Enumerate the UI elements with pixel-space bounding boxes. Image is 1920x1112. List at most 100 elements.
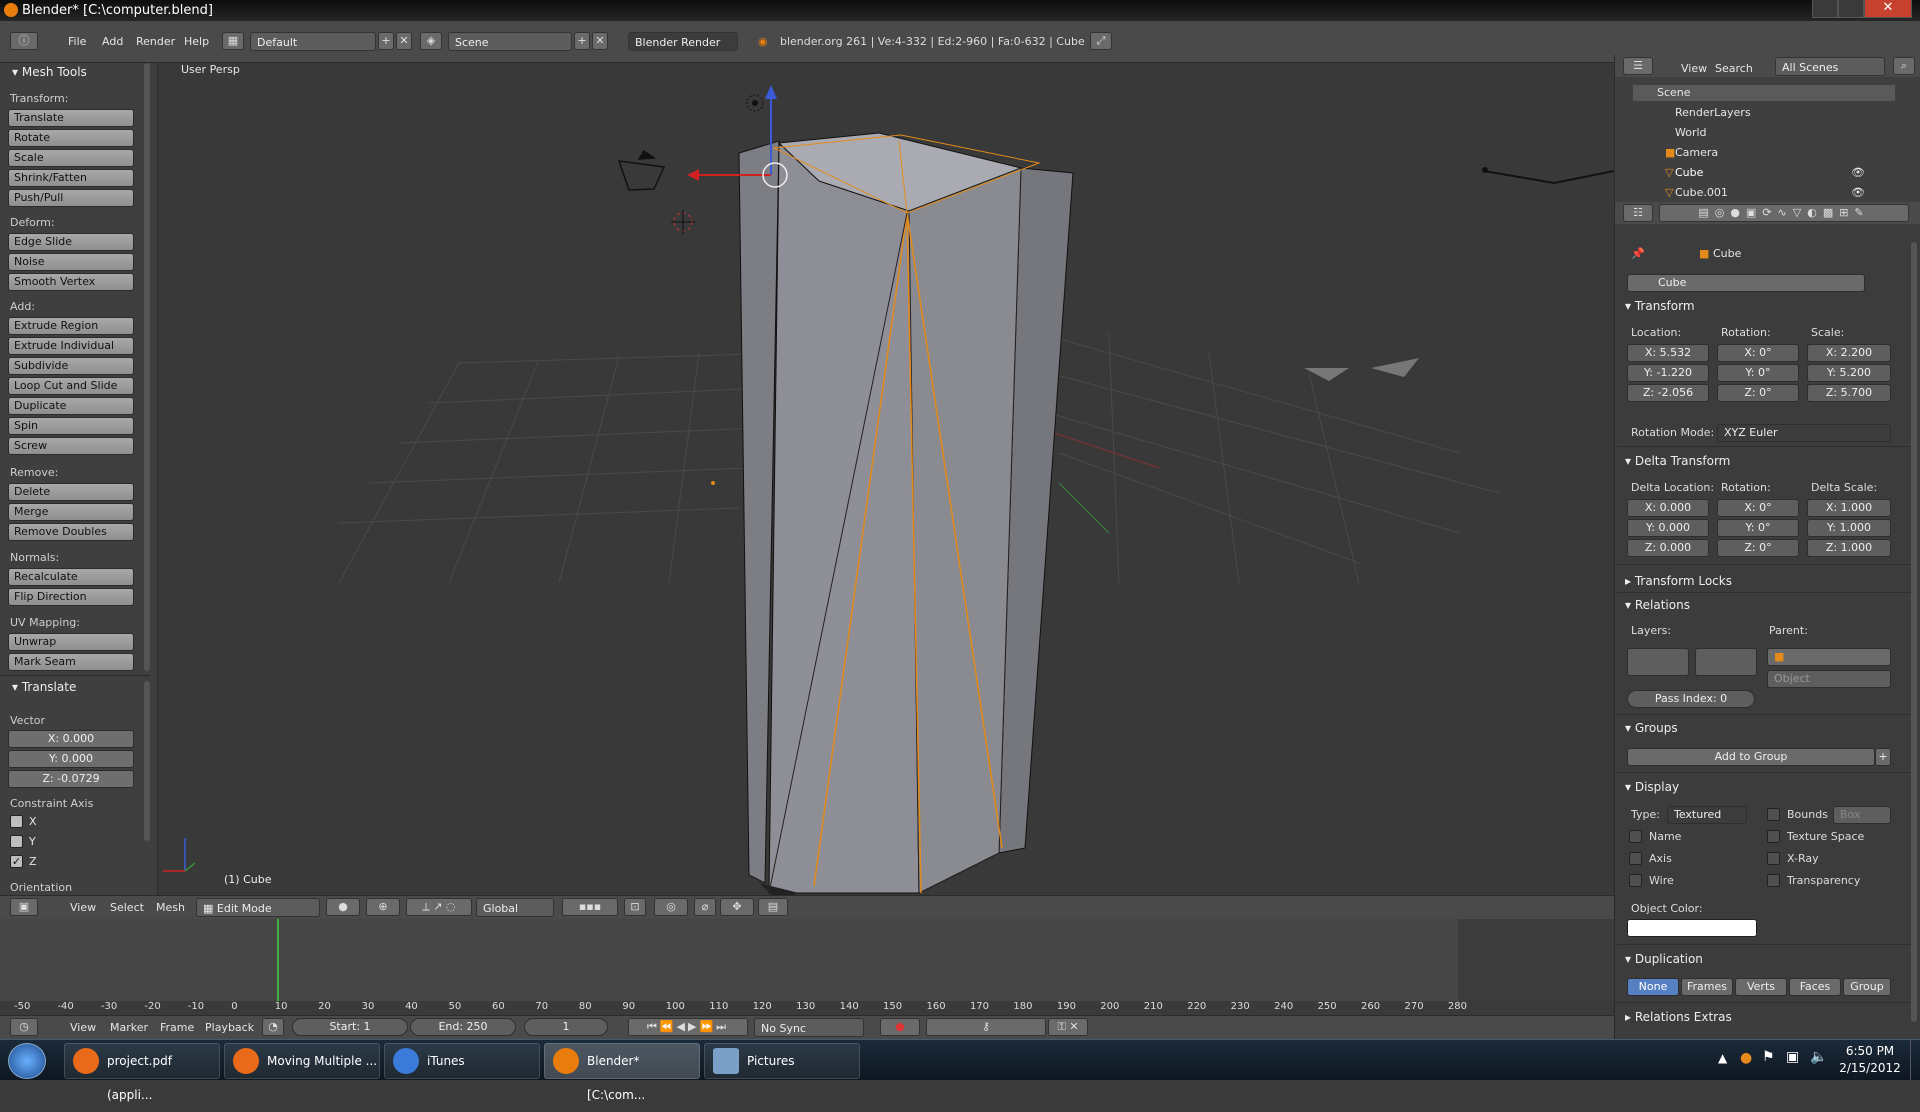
xray-checkbox[interactable] xyxy=(1767,852,1780,865)
playback-controls[interactable]: ⏮⏪◀▶⏩⏭ xyxy=(628,1018,748,1036)
name-checkbox[interactable] xyxy=(1629,830,1642,843)
remove-doubles-button[interactable]: Remove Doubles xyxy=(8,523,134,541)
property-context-tabs[interactable]: ▤◎●▣⟳∿▽◐▩⊞✎ xyxy=(1659,204,1909,222)
menu-playback[interactable]: Playback xyxy=(205,1018,254,1038)
3d-viewport[interactable]: User Persp (1) Cube xyxy=(159,63,1614,895)
duplication-panel-header[interactable]: ▾ Duplication xyxy=(1625,952,1703,966)
translate-operator-header[interactable]: ▾ Translate xyxy=(12,680,76,694)
delta-location-y-field[interactable]: Y: 0.000 xyxy=(1627,519,1709,537)
clock-date[interactable]: 2/15/2012 xyxy=(1836,1061,1904,1075)
delta-location-z-field[interactable]: Z: 0.000 xyxy=(1627,539,1709,557)
scene-add-icon[interactable]: + xyxy=(574,32,590,50)
toolshelf-scrollbar[interactable] xyxy=(144,63,150,671)
subdivide-button[interactable]: Subdivide xyxy=(8,357,134,375)
layers-grid-left[interactable] xyxy=(1627,648,1689,676)
end-frame-field[interactable]: End: 250 xyxy=(410,1018,516,1036)
menu-add[interactable]: Add xyxy=(102,32,123,52)
menu-render[interactable]: Render xyxy=(136,32,175,52)
menu-search[interactable]: Search xyxy=(1715,59,1753,79)
recalculate-button[interactable]: Recalculate xyxy=(8,568,134,586)
pin-icon[interactable]: 📌 xyxy=(1631,247,1645,260)
parent-field[interactable]: ■ xyxy=(1767,648,1891,666)
dup-group-button[interactable]: Group xyxy=(1843,978,1891,996)
duplicate-button[interactable]: Duplicate xyxy=(8,397,134,415)
object-color-swatch[interactable] xyxy=(1627,919,1757,937)
outliner-filter-select[interactable]: All Scenes xyxy=(1775,57,1885,76)
editor-type-icon[interactable]: ☰ xyxy=(1623,57,1653,75)
scene-remove-icon[interactable]: ✕ xyxy=(592,32,608,50)
constraint-y-checkbox[interactable] xyxy=(10,835,23,848)
menu-help[interactable]: Help xyxy=(184,32,209,52)
editor-type-icon[interactable]: ☷ xyxy=(1623,204,1653,222)
dup-frames-button[interactable]: Frames xyxy=(1681,978,1733,996)
loop-cut-button[interactable]: Loop Cut and Slide xyxy=(8,377,134,395)
vector-x-field[interactable]: X: 0.000 xyxy=(8,730,134,748)
layout-add-icon[interactable]: + xyxy=(378,32,394,50)
extrude-region-button[interactable]: Extrude Region xyxy=(8,317,134,335)
maximize-button[interactable] xyxy=(1838,0,1864,18)
keyframe-icons[interactable]: ⚿ ✕ xyxy=(1048,1018,1088,1036)
editor-type-icon[interactable]: ⓘ xyxy=(10,32,38,50)
transparency-checkbox[interactable] xyxy=(1767,874,1780,887)
delta-location-x-field[interactable]: X: 0.000 xyxy=(1627,499,1709,517)
scale-button[interactable]: Scale xyxy=(8,149,134,167)
spin-button[interactable]: Spin xyxy=(8,417,134,435)
unwrap-button[interactable]: Unwrap xyxy=(8,633,134,651)
start-button[interactable] xyxy=(8,1043,46,1079)
pivot-icon[interactable]: ⊕ xyxy=(366,898,400,916)
rotation-mode-select[interactable]: XYZ Euler xyxy=(1717,424,1891,442)
task-item-pictures[interactable]: Pictures xyxy=(704,1043,860,1079)
fullscreen-icon[interactable]: ⤢ xyxy=(1090,32,1112,50)
outliner-item-camera[interactable]: Camera xyxy=(1675,146,1718,159)
clock-time[interactable]: 6:50 PM xyxy=(1840,1044,1900,1058)
relations-panel-header[interactable]: ▾ Relations xyxy=(1625,598,1690,612)
layout-remove-icon[interactable]: ✕ xyxy=(396,32,412,50)
snap-target-icon[interactable]: ✥ xyxy=(720,898,754,916)
vector-z-field[interactable]: Z: -0.0729 xyxy=(8,770,134,788)
location-z-field[interactable]: Z: -2.056 xyxy=(1627,384,1709,402)
snap-icon[interactable]: ⌀ xyxy=(694,898,716,916)
search-icon[interactable]: ⌕ xyxy=(1893,57,1915,75)
delete-button[interactable]: Delete xyxy=(8,483,134,501)
location-y-field[interactable]: Y: -1.220 xyxy=(1627,364,1709,382)
relations-extras-panel-header[interactable]: ▸ Relations Extras xyxy=(1625,1010,1732,1024)
mode-select[interactable]: ▦ Edit Mode xyxy=(196,898,320,917)
task-item-blender[interactable]: Blender* [C:\com... xyxy=(544,1043,700,1102)
layout-select[interactable]: Default xyxy=(250,32,376,51)
vector-y-field[interactable]: Y: 0.000 xyxy=(8,750,134,768)
outliner-item-scene[interactable]: Scene xyxy=(1657,86,1691,99)
menu-view[interactable]: View xyxy=(70,1018,96,1038)
menu-mesh[interactable]: Mesh xyxy=(156,898,185,918)
render-icons[interactable]: ▤ xyxy=(758,898,788,916)
orientation-select[interactable]: Global xyxy=(476,898,554,917)
network-icon[interactable]: ▣ xyxy=(1786,1049,1799,1065)
timeline-track[interactable] xyxy=(0,919,1460,1001)
edge-slide-button[interactable]: Edge Slide xyxy=(8,233,134,251)
shading-icon[interactable]: ● xyxy=(326,898,360,916)
menu-frame[interactable]: Frame xyxy=(160,1018,194,1038)
delta-rotation-y-field[interactable]: Y: 0° xyxy=(1717,519,1799,537)
current-frame-marker[interactable] xyxy=(277,919,279,1001)
bounds-type-select[interactable]: Box xyxy=(1833,806,1891,824)
outliner-item-renderlayers[interactable]: RenderLayers xyxy=(1675,106,1751,119)
layout-icon[interactable]: ▦ xyxy=(222,32,244,50)
scale-x-field[interactable]: X: 2.200 xyxy=(1807,344,1891,362)
constraint-x-checkbox[interactable] xyxy=(10,815,23,828)
keying-set-field[interactable]: ⚷ xyxy=(926,1018,1046,1036)
merge-button[interactable]: Merge xyxy=(8,503,134,521)
location-x-field[interactable]: X: 5.532 xyxy=(1627,344,1709,362)
task-item-itunes[interactable]: iTunes xyxy=(384,1043,540,1079)
rotation-z-field[interactable]: Z: 0° xyxy=(1717,384,1799,402)
scale-y-field[interactable]: Y: 5.200 xyxy=(1807,364,1891,382)
dup-verts-button[interactable]: Verts xyxy=(1735,978,1787,996)
scene-render[interactable] xyxy=(159,63,1614,895)
outliner-item-cube[interactable]: Cube xyxy=(1675,166,1703,179)
tray-expand-icon[interactable]: ▲ xyxy=(1718,1051,1727,1065)
visibility-eye-icon[interactable]: 👁 xyxy=(1851,186,1865,199)
delta-scale-z-field[interactable]: Z: 1.000 xyxy=(1807,539,1891,557)
screw-button[interactable]: Screw xyxy=(8,437,134,455)
menu-file[interactable]: File xyxy=(68,32,86,52)
mesh-tools-header[interactable]: ▾ Mesh Tools xyxy=(12,63,87,81)
record-icon[interactable]: ● xyxy=(880,1018,920,1036)
render-engine-select[interactable]: Blender Render xyxy=(628,32,738,51)
